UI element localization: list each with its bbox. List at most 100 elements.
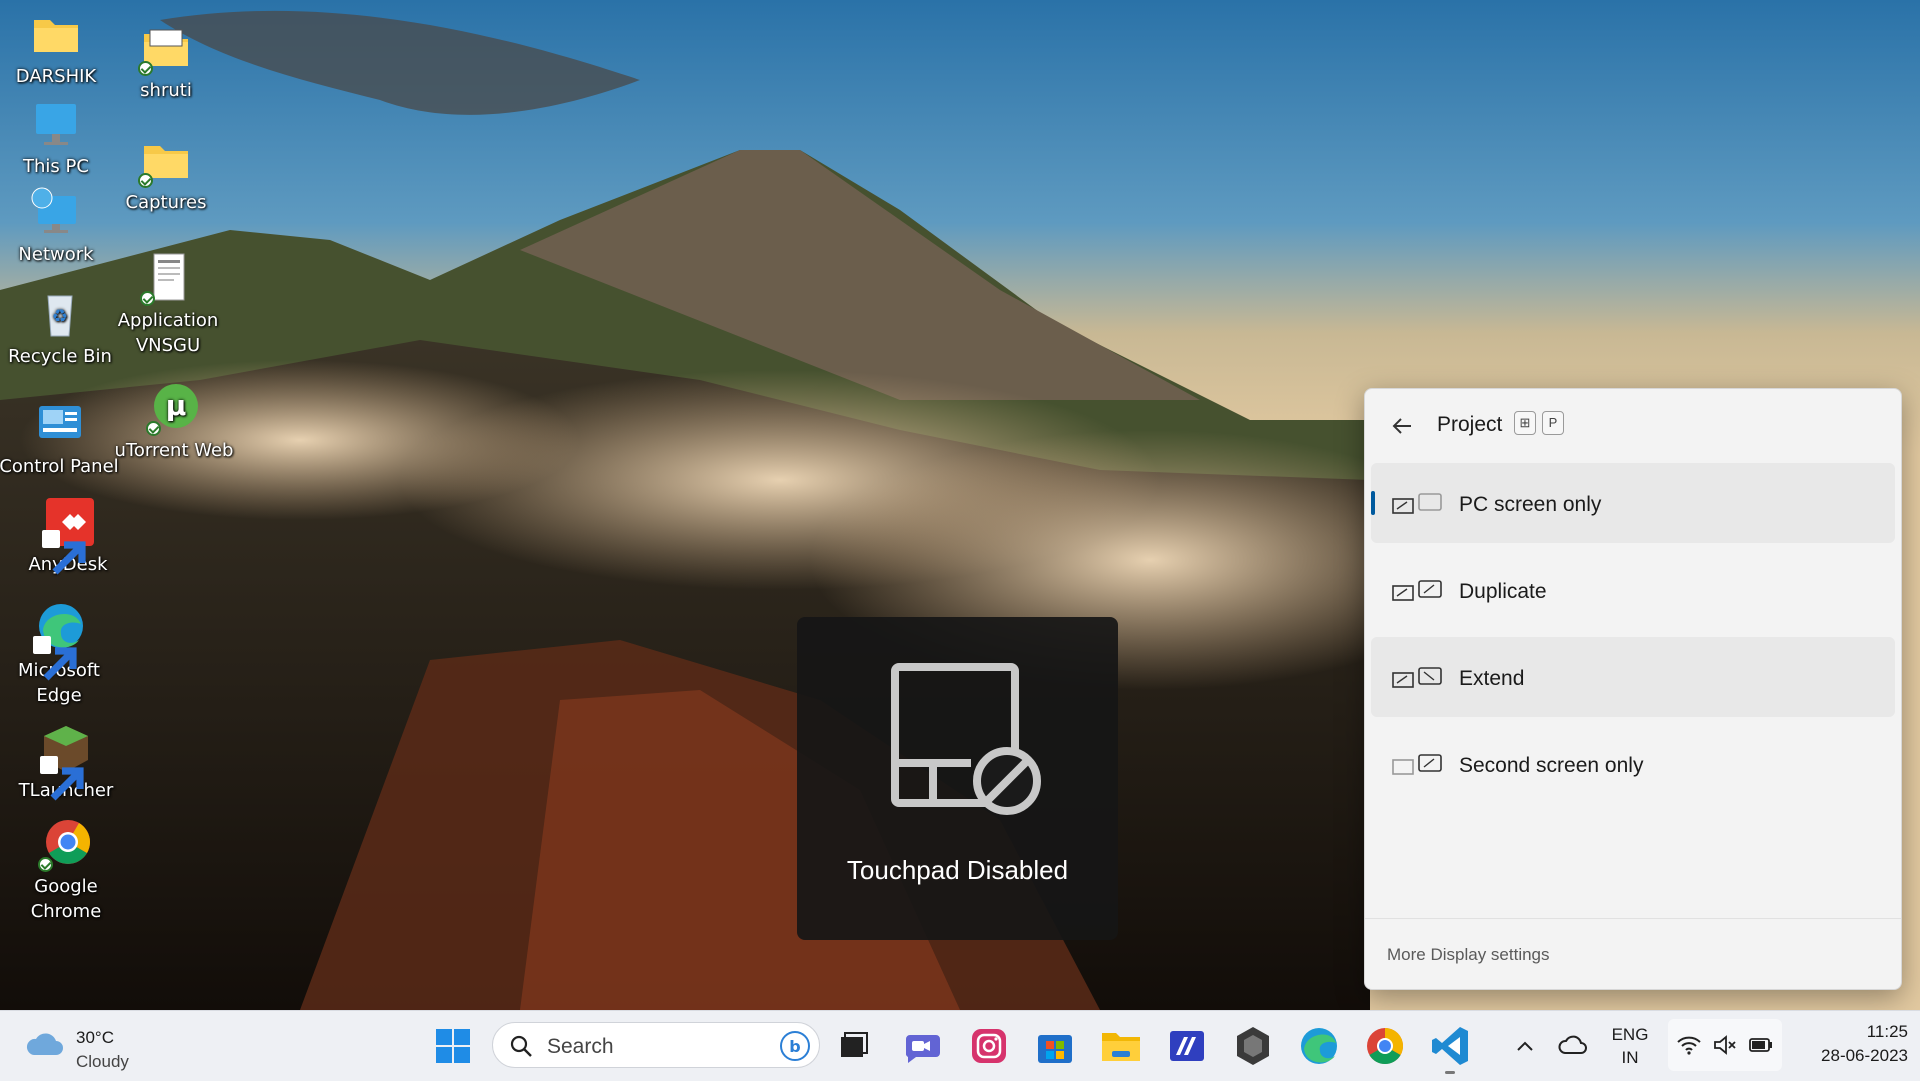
windows-key-icon: ⊞: [1514, 411, 1536, 435]
toast-label: Touchpad Disabled: [846, 855, 1069, 885]
edge-icon: [1301, 1028, 1337, 1064]
desktop-icon-label: This PC: [23, 156, 89, 177]
taskbar-clock[interactable]: 11:25 28-06-2023: [1788, 1020, 1908, 1068]
svg-text:µ: µ: [166, 389, 187, 422]
selected-indicator: [1371, 491, 1375, 515]
option-duplicate[interactable]: Duplicate: [1371, 550, 1895, 630]
p-key-badge: P: [1542, 411, 1564, 435]
svg-text:♻: ♻: [52, 306, 68, 327]
pc-screen-only-icon: [1392, 493, 1442, 514]
sync-status-icon: [138, 61, 153, 76]
second-screen-only-icon: [1392, 754, 1442, 775]
desktop-icon-label: shruti: [140, 80, 192, 101]
unity-button[interactable]: [1230, 1023, 1276, 1069]
language-region: IN: [1621, 1048, 1639, 1067]
teams-chat-button[interactable]: [898, 1023, 944, 1069]
taskbar: 30°C Cloudy Search b ENG IN 11:25 28-06-…: [0, 1010, 1920, 1081]
option-label: PC screen only: [1459, 493, 1602, 516]
volume-muted-icon: [1714, 1035, 1736, 1055]
recycle-bin-icon: ♻: [32, 288, 88, 342]
vscode-icon: [1432, 1027, 1468, 1065]
option-label: Duplicate: [1459, 580, 1547, 603]
weather-condition: Cloudy: [76, 1052, 129, 1071]
extend-icon: [1392, 667, 1442, 688]
desktop-icon-label: Control Panel: [0, 456, 119, 477]
sync-status-icon: [38, 857, 53, 872]
sync-status-icon: [146, 421, 161, 436]
language-indicator[interactable]: ENG IN: [1605, 1023, 1655, 1069]
desktop-icon-captures[interactable]: Captures: [106, 134, 226, 215]
anydesk-icon: [40, 496, 96, 575]
search-placeholder: Search: [547, 1035, 614, 1058]
option-label: Extend: [1459, 667, 1525, 690]
desktop-icon-label: uTorrent Web: [114, 440, 234, 461]
edge-icon: [31, 602, 87, 681]
desktop-icon-network[interactable]: Network: [0, 186, 116, 267]
more-display-settings-link[interactable]: More Display settings: [1387, 945, 1550, 965]
sync-status-icon: [140, 291, 155, 306]
desktop-icon-label: Google Chrome: [30, 876, 102, 922]
shortcut-arrow-icon: [42, 530, 86, 575]
file-explorer-icon: [1102, 1033, 1140, 1061]
microsoft-store-button[interactable]: [1032, 1023, 1078, 1069]
desktop-icon-label: Network: [18, 244, 94, 265]
taskbar-search[interactable]: Search b: [492, 1022, 820, 1068]
desktop-icon-application-vnsgu[interactable]: Application VNSGU: [108, 252, 228, 358]
desktop-icon-shruti[interactable]: shruti: [106, 22, 226, 103]
desktop-icon-control-panel[interactable]: Control Panel: [0, 398, 119, 479]
option-pc-screen-only[interactable]: PC screen only: [1371, 463, 1895, 543]
weather-temperature: 30°C: [76, 1028, 114, 1047]
unity-icon: [1237, 1027, 1269, 1065]
desktop-icon-google-chrome[interactable]: Google Chrome: [6, 818, 126, 924]
language-code: ENG: [1611, 1025, 1649, 1044]
chevron-up-icon[interactable]: [1512, 1033, 1538, 1059]
edge-taskbar-button[interactable]: [1296, 1023, 1342, 1069]
bing-chat-icon[interactable]: b: [779, 1030, 811, 1062]
project-flyout: Project ⊞ P PC screen only Duplicate Ext…: [1364, 388, 1902, 990]
clock-time: 11:25: [1866, 1022, 1908, 1041]
desktop-icon-recycle-bin[interactable]: ♻ Recycle Bin: [0, 288, 120, 369]
shortcut-arrow-icon: [40, 756, 84, 801]
wifi-icon: [1677, 1036, 1701, 1055]
option-extend[interactable]: Extend: [1371, 637, 1895, 717]
weather-widget[interactable]: 30°C Cloudy: [24, 1021, 154, 1071]
shortcut-arrow-icon: [33, 636, 77, 681]
panel-title: Project: [1437, 413, 1503, 436]
battery-icon: [1749, 1038, 1772, 1052]
task-view-button[interactable]: [830, 1023, 876, 1069]
instagram-icon: [972, 1029, 1006, 1063]
cursor-app-icon: [1170, 1031, 1204, 1061]
search-icon: [510, 1035, 532, 1057]
utorrent-icon: µ: [146, 382, 202, 436]
desktop-icon-darshik[interactable]: DARSHIK: [0, 8, 116, 89]
clock-date: 28-06-2023: [1821, 1046, 1908, 1065]
instagram-button[interactable]: [966, 1023, 1012, 1069]
task-view-icon: [841, 1032, 868, 1057]
touchpad-disabled-icon: [891, 663, 1041, 815]
desktop-icon-anydesk[interactable]: AnyDesk: [8, 496, 128, 577]
desktop-icon-label: Application VNSGU: [117, 310, 219, 356]
desktop-icon-label: Recycle Bin: [8, 346, 112, 367]
network-icon: [28, 186, 84, 240]
touchpad-disabled-toast: Touchpad Disabled: [797, 617, 1118, 940]
start-button[interactable]: [430, 1023, 476, 1069]
project-header: Project ⊞ P: [1365, 389, 1901, 459]
folder-icon: [28, 8, 84, 62]
desktop-icon-tlauncher[interactable]: TLauncher: [6, 722, 126, 803]
back-arrow-icon[interactable]: [1387, 411, 1417, 441]
chrome-taskbar-button[interactable]: [1362, 1023, 1408, 1069]
quick-settings-button[interactable]: [1668, 1019, 1782, 1071]
tlauncher-icon: [38, 722, 94, 801]
document-icon: [140, 252, 196, 306]
vscode-taskbar-button[interactable]: [1428, 1023, 1474, 1069]
cursor-app-button[interactable]: [1164, 1023, 1210, 1069]
desktop-icon-this-pc[interactable]: This PC: [0, 98, 116, 179]
onedrive-icon[interactable]: [1558, 1033, 1588, 1059]
chrome-icon: [38, 818, 94, 872]
desktop-icon-microsoft-edge[interactable]: Microsoft Edge: [0, 602, 119, 708]
option-second-screen-only[interactable]: Second screen only: [1371, 724, 1895, 804]
control-panel-icon: [31, 398, 87, 452]
file-explorer-button[interactable]: [1098, 1023, 1144, 1069]
desktop-icon-utorrent-web[interactable]: µ uTorrent Web: [114, 382, 234, 463]
microsoft-store-icon: [1038, 1035, 1072, 1063]
